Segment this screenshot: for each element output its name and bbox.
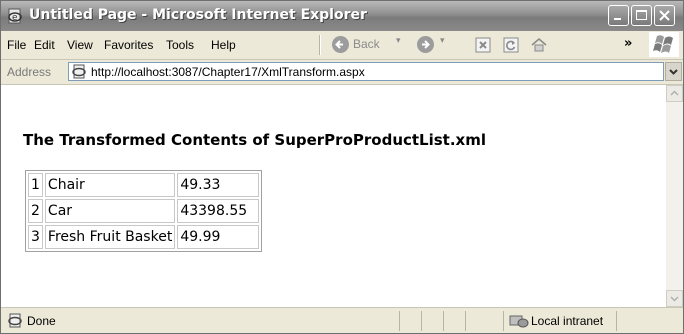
page-icon — [71, 64, 87, 80]
table-row: 2 Car 43398.55 — [28, 199, 260, 223]
home-icon[interactable] — [531, 37, 547, 53]
menu-file[interactable]: File — [7, 38, 26, 52]
back-dropdown-icon[interactable]: ▾ — [396, 35, 401, 46]
row-price: 49.99 — [177, 225, 260, 249]
status-bar: Done Local intranet — [1, 307, 683, 333]
chevron-up-icon — [670, 90, 679, 96]
windows-logo-icon — [649, 32, 679, 57]
title-bar[interactable]: e Untitled Page - Microsoft Internet Exp… — [1, 1, 683, 31]
maximize-icon — [636, 10, 647, 20]
ie-page-icon: e — [7, 8, 23, 24]
close-icon — [659, 10, 670, 21]
menu-tools[interactable]: Tools — [166, 38, 194, 52]
forward-button[interactable]: ▾ — [417, 35, 451, 54]
row-name: Chair — [44, 173, 176, 197]
menu-view[interactable]: View — [67, 38, 93, 52]
row-name: Car — [44, 199, 176, 223]
status-separator — [465, 311, 466, 331]
status-separator — [616, 311, 617, 331]
back-button[interactable]: Back ▾ — [332, 35, 406, 54]
close-button[interactable] — [654, 5, 675, 26]
chevron-down-icon — [669, 69, 678, 75]
page-done-icon — [7, 313, 23, 329]
address-dropdown-button[interactable] — [665, 62, 682, 81]
menu-favorites[interactable]: Favorites — [104, 38, 153, 52]
page-heading: The Transformed Contents of SuperProProd… — [23, 131, 487, 149]
maximize-button[interactable] — [631, 5, 652, 26]
status-separator — [399, 311, 400, 331]
refresh-icon[interactable] — [503, 37, 519, 53]
address-url: http://localhost:3087/Chapter17/XmlTrans… — [91, 65, 365, 79]
row-id: 2 — [28, 199, 43, 223]
row-name: Fresh Fruit Basket — [44, 225, 176, 249]
address-bar: Address http://localhost:3087/Chapter17/… — [1, 60, 683, 85]
forward-dropdown-icon[interactable]: ▾ — [440, 35, 445, 46]
minimize-button[interactable] — [608, 5, 629, 26]
scroll-down-button[interactable] — [666, 290, 683, 307]
svg-text:e: e — [12, 13, 18, 23]
row-id: 1 — [28, 173, 43, 197]
status-separator — [503, 311, 504, 331]
stop-icon[interactable] — [475, 37, 491, 53]
minimize-icon — [614, 18, 621, 20]
vertical-scrollbar[interactable] — [666, 85, 683, 307]
scroll-up-button[interactable] — [666, 85, 683, 102]
product-table: 1 Chair 49.33 2 Car 43398.55 3 Fresh Fru… — [25, 170, 263, 252]
table-row: 3 Fresh Fruit Basket 49.99 — [28, 225, 260, 249]
back-arrow-icon — [332, 36, 349, 53]
status-text: Done — [27, 314, 56, 328]
forward-arrow-icon — [417, 36, 434, 53]
menu-edit[interactable]: Edit — [34, 38, 55, 52]
browser-window: e Untitled Page - Microsoft Internet Exp… — [0, 0, 684, 334]
security-zone-text: Local intranet — [531, 314, 604, 328]
back-label: Back — [353, 37, 380, 51]
row-price: 43398.55 — [177, 199, 260, 223]
menu-help[interactable]: Help — [211, 38, 236, 52]
menu-bar: File Edit View Favorites Tools Help Back… — [1, 31, 683, 60]
table-row: 1 Chair 49.33 — [28, 173, 260, 197]
page-content: The Transformed Contents of SuperProProd… — [1, 85, 666, 307]
address-input[interactable]: http://localhost:3087/Chapter17/XmlTrans… — [68, 62, 664, 81]
toolbar-separator — [319, 35, 321, 55]
chevron-down-icon — [670, 296, 679, 302]
row-price: 49.33 — [177, 173, 260, 197]
toolbar-chevron[interactable]: » — [624, 36, 632, 51]
window-title: Untitled Page - Microsoft Internet Explo… — [29, 7, 367, 23]
status-separator — [443, 311, 444, 331]
row-id: 3 — [28, 225, 43, 249]
address-label: Address — [7, 65, 52, 79]
status-separator — [421, 311, 422, 331]
intranet-zone-icon — [509, 313, 529, 329]
